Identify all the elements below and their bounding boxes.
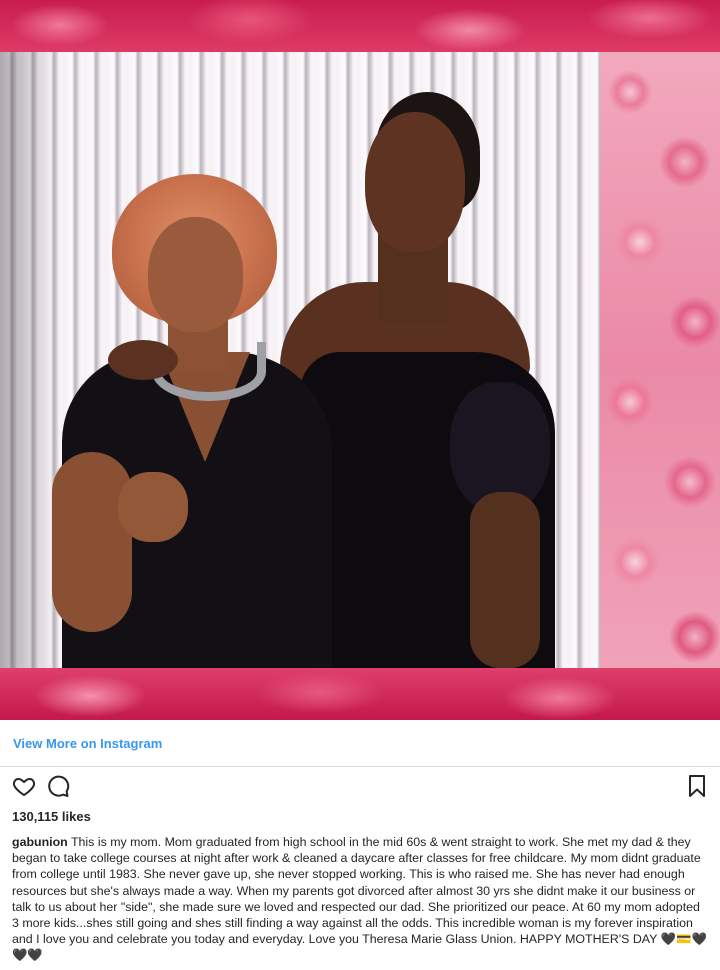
like-count[interactable]: 130,115 likes — [0, 807, 720, 827]
rose-border-bottom — [0, 668, 720, 720]
caption-username[interactable]: gabunion — [12, 835, 68, 849]
caption-text: This is my mom. Mom graduated from high … — [12, 835, 707, 963]
view-more-link[interactable]: View More on Instagram — [13, 736, 162, 751]
caption: gabunion This is my mom. Mom graduated f… — [0, 827, 720, 964]
bookmark-icon[interactable] — [686, 774, 708, 798]
action-bar — [0, 767, 720, 807]
post-media[interactable] — [0, 0, 720, 720]
video-frame[interactable] — [0, 52, 720, 668]
heart-icon[interactable] — [12, 774, 36, 798]
comment-icon[interactable] — [46, 774, 70, 798]
flower-wall — [600, 52, 720, 668]
rose-border-top — [0, 0, 720, 52]
view-more-bar: View More on Instagram — [0, 720, 720, 767]
